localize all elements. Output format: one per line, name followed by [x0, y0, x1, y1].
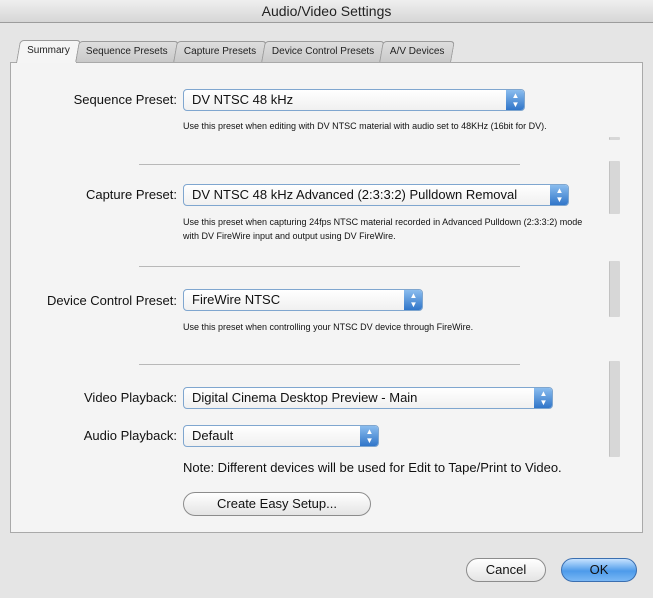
summary-panel: Sequence Preset: DV NTSC 48 kHz ▲ ▼ Use t… — [10, 62, 643, 533]
cancel-button[interactable]: Cancel — [466, 558, 546, 582]
tab-capture-presets[interactable]: Capture Presets — [172, 41, 267, 62]
device-control-preset-description: Use this preset when controlling your NT… — [183, 322, 474, 332]
tab-sequence-presets[interactable]: Sequence Presets — [74, 41, 179, 62]
tab-summary-label: Summary — [27, 45, 70, 56]
ok-button[interactable]: OK — [561, 558, 637, 582]
sequence-preset-label: Sequence Preset: — [73, 92, 177, 107]
device-control-preset-popup[interactable]: FireWire NTSC ▲ ▼ — [183, 289, 423, 311]
popup-arrows-icon: ▲ ▼ — [360, 426, 378, 446]
scroll-indicator — [609, 137, 620, 140]
scroll-indicator — [609, 361, 620, 457]
tab-device-control-presets-label: Device Control Presets — [271, 46, 374, 57]
capture-preset-description-line1: Use this preset when capturing 24fps NTS… — [183, 217, 583, 227]
sequence-preset-value: DV NTSC 48 kHz — [192, 92, 294, 107]
popup-arrows-icon: ▲ ▼ — [550, 185, 568, 205]
separator — [139, 164, 520, 165]
video-playback-popup[interactable]: Digital Cinema Desktop Preview - Main ▲ ▼ — [183, 387, 553, 409]
tab-av-devices[interactable]: A/V Devices — [379, 41, 456, 62]
audio-playback-popup[interactable]: Default ▲ ▼ — [183, 425, 379, 447]
create-easy-setup-button[interactable]: Create Easy Setup... — [183, 492, 371, 516]
sequence-preset-popup[interactable]: DV NTSC 48 kHz ▲ ▼ — [183, 89, 525, 111]
window-title: Audio/Video Settings — [0, 0, 653, 23]
tab-capture-presets-label: Capture Presets — [183, 46, 256, 57]
popup-arrows-icon: ▲ ▼ — [506, 90, 524, 110]
video-playback-value: Digital Cinema Desktop Preview - Main — [192, 390, 418, 405]
devices-note: Note: Different devices will be used for… — [183, 460, 562, 475]
tab-device-control-presets[interactable]: Device Control Presets — [260, 41, 385, 62]
popup-arrows-icon: ▲ ▼ — [404, 290, 422, 310]
capture-preset-description-line2: with DV FireWire input and output using … — [183, 231, 396, 241]
separator — [139, 364, 520, 365]
popup-arrows-icon: ▲ ▼ — [534, 388, 552, 408]
scroll-indicator — [609, 161, 620, 214]
separator — [139, 266, 520, 267]
audio-playback-label: Audio Playback: — [83, 428, 177, 443]
video-playback-label: Video Playback: — [84, 390, 177, 405]
capture-preset-label: Capture Preset: — [85, 187, 177, 202]
capture-preset-popup[interactable]: DV NTSC 48 kHz Advanced (2:3:3:2) Pulldo… — [183, 184, 569, 206]
device-control-preset-value: FireWire NTSC — [192, 292, 281, 307]
dialog-body: Summary Sequence Presets Capture Presets… — [0, 23, 653, 598]
audio-playback-value: Default — [192, 428, 234, 443]
scroll-indicator — [609, 261, 620, 317]
device-control-preset-label: Device Control Preset: — [46, 293, 177, 308]
tab-sequence-presets-label: Sequence Presets — [85, 46, 168, 57]
sequence-preset-description: Use this preset when editing with DV NTS… — [183, 121, 547, 131]
tab-bar: Summary Sequence Presets Capture Presets… — [15, 40, 456, 63]
tab-av-devices-label: A/V Devices — [389, 46, 445, 57]
capture-preset-value: DV NTSC 48 kHz Advanced (2:3:3:2) Pulldo… — [192, 187, 518, 202]
tab-summary[interactable]: Summary — [15, 40, 81, 63]
